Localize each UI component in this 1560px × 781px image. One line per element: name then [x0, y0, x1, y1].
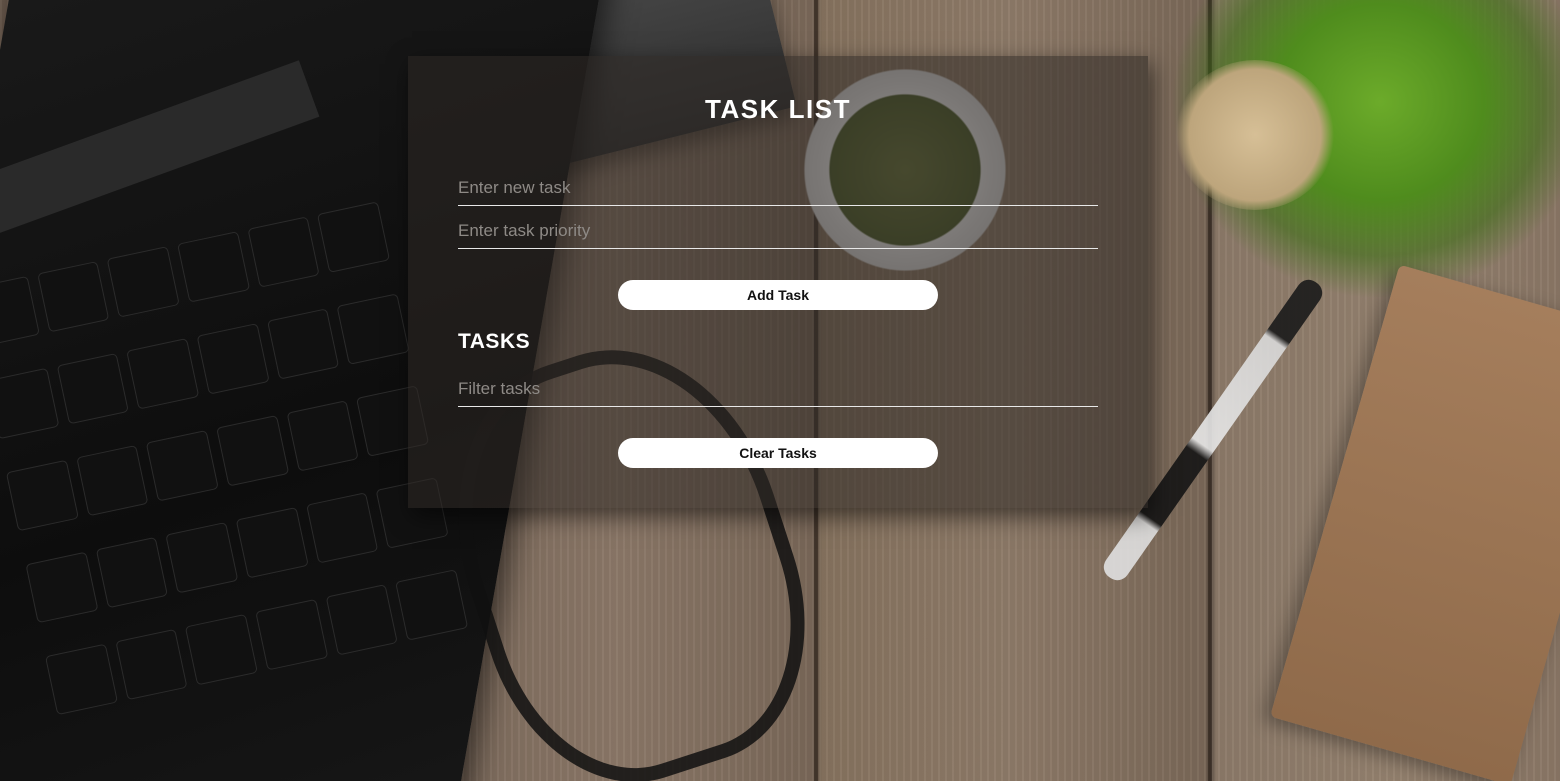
key [317, 201, 391, 273]
key [196, 323, 270, 395]
key [336, 293, 410, 365]
key [266, 308, 340, 380]
key [106, 246, 180, 318]
key [44, 643, 118, 716]
key [95, 536, 169, 609]
key [75, 444, 149, 517]
key [165, 521, 239, 594]
key [146, 429, 219, 502]
key [305, 492, 379, 564]
key [36, 260, 110, 333]
page-title: TASK LIST [705, 94, 851, 124]
new-task-input[interactable] [458, 171, 1098, 206]
add-task-button[interactable]: Add Task [618, 280, 938, 310]
key [5, 459, 79, 532]
filter-tasks-input[interactable] [458, 372, 1098, 407]
clear-tasks-button[interactable]: Clear Tasks [618, 438, 938, 468]
key [255, 598, 329, 671]
key [325, 584, 399, 656]
key [115, 628, 188, 701]
tasks-heading: TASKS [458, 330, 531, 353]
task-priority-input[interactable] [458, 214, 1098, 249]
key [395, 569, 469, 641]
key [0, 275, 40, 348]
key [25, 551, 99, 624]
key [286, 400, 360, 472]
key [235, 507, 309, 579]
key [185, 613, 258, 686]
key [0, 367, 60, 440]
key [56, 352, 130, 425]
task-list-card: TASK LIST Add Task TASKS Clear Tasks [408, 56, 1148, 508]
key [126, 338, 200, 410]
plant-pot-image [1175, 60, 1335, 210]
key [177, 231, 250, 303]
key [216, 415, 289, 487]
key [247, 216, 320, 288]
